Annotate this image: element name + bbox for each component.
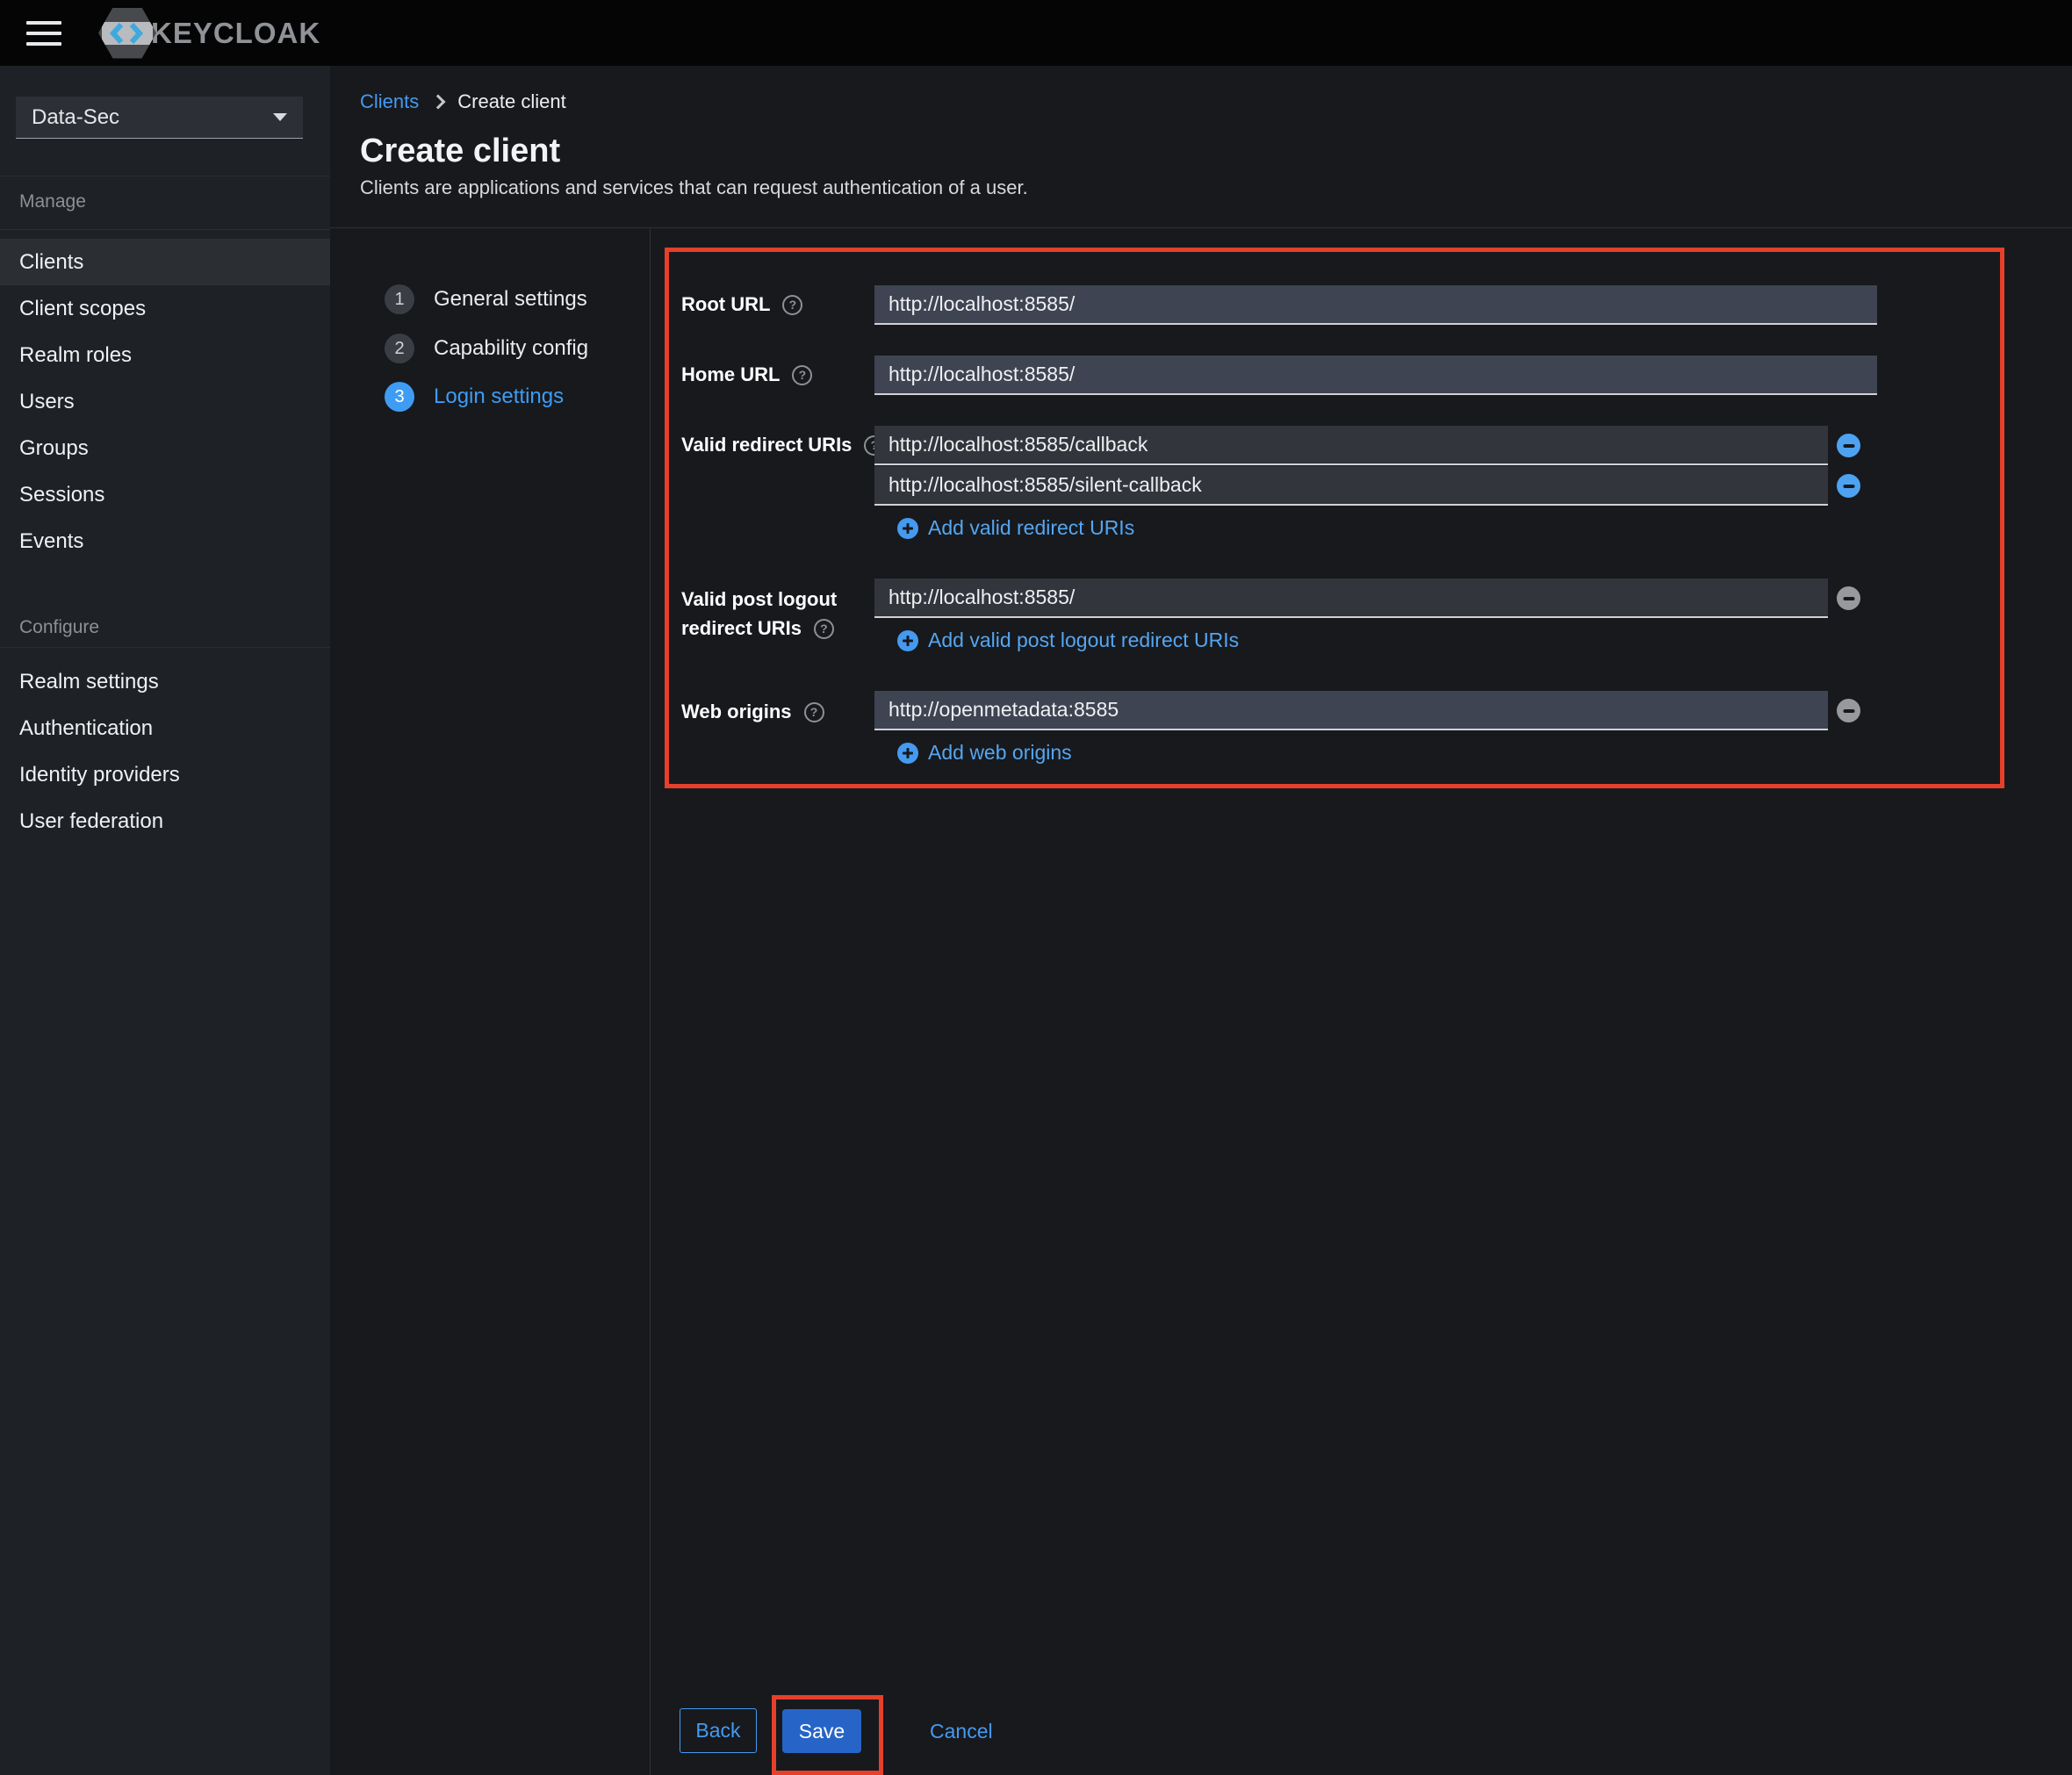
post-logout-uri-input[interactable] — [874, 578, 1828, 618]
back-button[interactable]: Back — [680, 1708, 757, 1753]
remove-post-logout-uri-button[interactable] — [1837, 586, 1860, 610]
sidebar-item-clients[interactable]: Clients — [0, 239, 330, 285]
breadcrumb-current: Create client — [457, 90, 566, 112]
keycloak-logo-icon — [98, 7, 156, 59]
redirect-uris-label-row: Valid redirect URIs ? — [681, 434, 885, 456]
chevron-down-icon — [273, 113, 287, 121]
topbar: KEYCLOAK — [0, 0, 2072, 66]
web-origins-label-row: Web origins ? — [681, 701, 824, 723]
sidebar-section-configure: Configure — [19, 617, 100, 637]
divider — [0, 647, 330, 648]
realm-selector[interactable]: Data-Sec — [16, 97, 303, 139]
sidebar-item-realm-roles[interactable]: Realm roles — [0, 332, 330, 378]
redirect-uri-input-1[interactable] — [874, 426, 1828, 465]
root-url-label-row: Root URL ? — [681, 293, 803, 316]
configure-nav-list: Realm settings Authentication Identity p… — [0, 658, 330, 844]
breadcrumb: Clients Create client — [360, 90, 566, 113]
redirect-uri-input-2[interactable] — [874, 466, 1828, 506]
sidebar-item-client-scopes[interactable]: Client scopes — [0, 285, 330, 332]
step-1-indicator: 1 — [385, 284, 414, 314]
web-origins-label: Web origins — [681, 701, 792, 722]
realm-selector-value: Data-Sec — [32, 104, 120, 129]
page-title: Create client — [360, 133, 561, 169]
sidebar-item-groups[interactable]: Groups — [0, 425, 330, 471]
sidebar-section-manage: Manage — [19, 191, 86, 212]
plus-icon — [897, 742, 918, 764]
manage-nav-list: Clients Client scopes Realm roles Users … — [0, 239, 330, 564]
sidebar: Data-Sec Manage Clients Client scopes Re… — [0, 66, 330, 1775]
help-icon[interactable]: ? — [792, 364, 813, 385]
keycloak-wordmark: KEYCLOAK — [151, 16, 321, 49]
hamburger-menu-icon[interactable] — [26, 20, 61, 46]
web-origins-input[interactable] — [874, 691, 1828, 730]
remove-web-origin-button[interactable] — [1837, 699, 1860, 722]
cancel-link[interactable]: Cancel — [930, 1720, 993, 1743]
breadcrumb-chevron-icon — [430, 94, 446, 110]
save-button[interactable]: Save — [782, 1709, 861, 1753]
sidebar-item-events[interactable]: Events — [0, 518, 330, 564]
redirect-uris-label: Valid redirect URIs — [681, 434, 853, 456]
wizard-step-general-settings[interactable]: 1 General settings — [385, 284, 587, 314]
page-header: Clients Create client Create client Clie… — [330, 66, 2072, 228]
keycloak-chevrons-icon — [109, 22, 144, 44]
home-url-label-row: Home URL ? — [681, 363, 813, 386]
root-url-input[interactable] — [874, 285, 1877, 325]
wizard-step-capability-config[interactable]: 2 Capability config — [385, 334, 588, 363]
post-logout-label-line1: Valid post logout — [681, 588, 838, 610]
root-url-label: Root URL — [681, 293, 771, 315]
remove-redirect-uri-1-button[interactable] — [1837, 434, 1860, 457]
divider — [0, 229, 330, 230]
wizard-divider — [650, 227, 651, 1775]
plus-icon — [897, 629, 918, 651]
help-icon[interactable]: ? — [803, 701, 824, 722]
sidebar-item-identity-providers[interactable]: Identity providers — [0, 751, 330, 798]
step-3-indicator: 3 — [385, 382, 414, 412]
post-logout-label-line2: redirect URIs ? — [681, 617, 834, 640]
keycloak-logo[interactable]: KEYCLOAK — [98, 7, 321, 59]
main-content: Clients Create client Create client Clie… — [330, 66, 2072, 1775]
breadcrumb-clients-link[interactable]: Clients — [360, 90, 419, 113]
sidebar-item-authentication[interactable]: Authentication — [0, 705, 330, 751]
home-url-input[interactable] — [874, 356, 1877, 395]
plus-icon — [897, 517, 918, 539]
sidebar-item-sessions[interactable]: Sessions — [0, 471, 330, 518]
step-2-indicator: 2 — [385, 334, 414, 363]
remove-redirect-uri-2-button[interactable] — [1837, 474, 1860, 498]
help-icon[interactable]: ? — [782, 294, 803, 315]
add-web-origin-link[interactable]: Add web origins — [897, 741, 1072, 765]
keycloak-admin-console: KEYCLOAK Data-Sec Manage Clients Client … — [0, 0, 2072, 1775]
sidebar-item-users[interactable]: Users — [0, 378, 330, 425]
sidebar-item-realm-settings[interactable]: Realm settings — [0, 658, 330, 705]
add-redirect-uri-link[interactable]: Add valid redirect URIs — [897, 516, 1134, 540]
wizard-step-login-settings[interactable]: 3 Login settings — [385, 382, 564, 412]
sidebar-item-user-federation[interactable]: User federation — [0, 798, 330, 844]
help-icon[interactable]: ? — [813, 618, 834, 639]
page-subtitle: Clients are applications and services th… — [360, 176, 1028, 198]
add-post-logout-uri-link[interactable]: Add valid post logout redirect URIs — [897, 629, 1239, 652]
home-url-label: Home URL — [681, 363, 781, 385]
